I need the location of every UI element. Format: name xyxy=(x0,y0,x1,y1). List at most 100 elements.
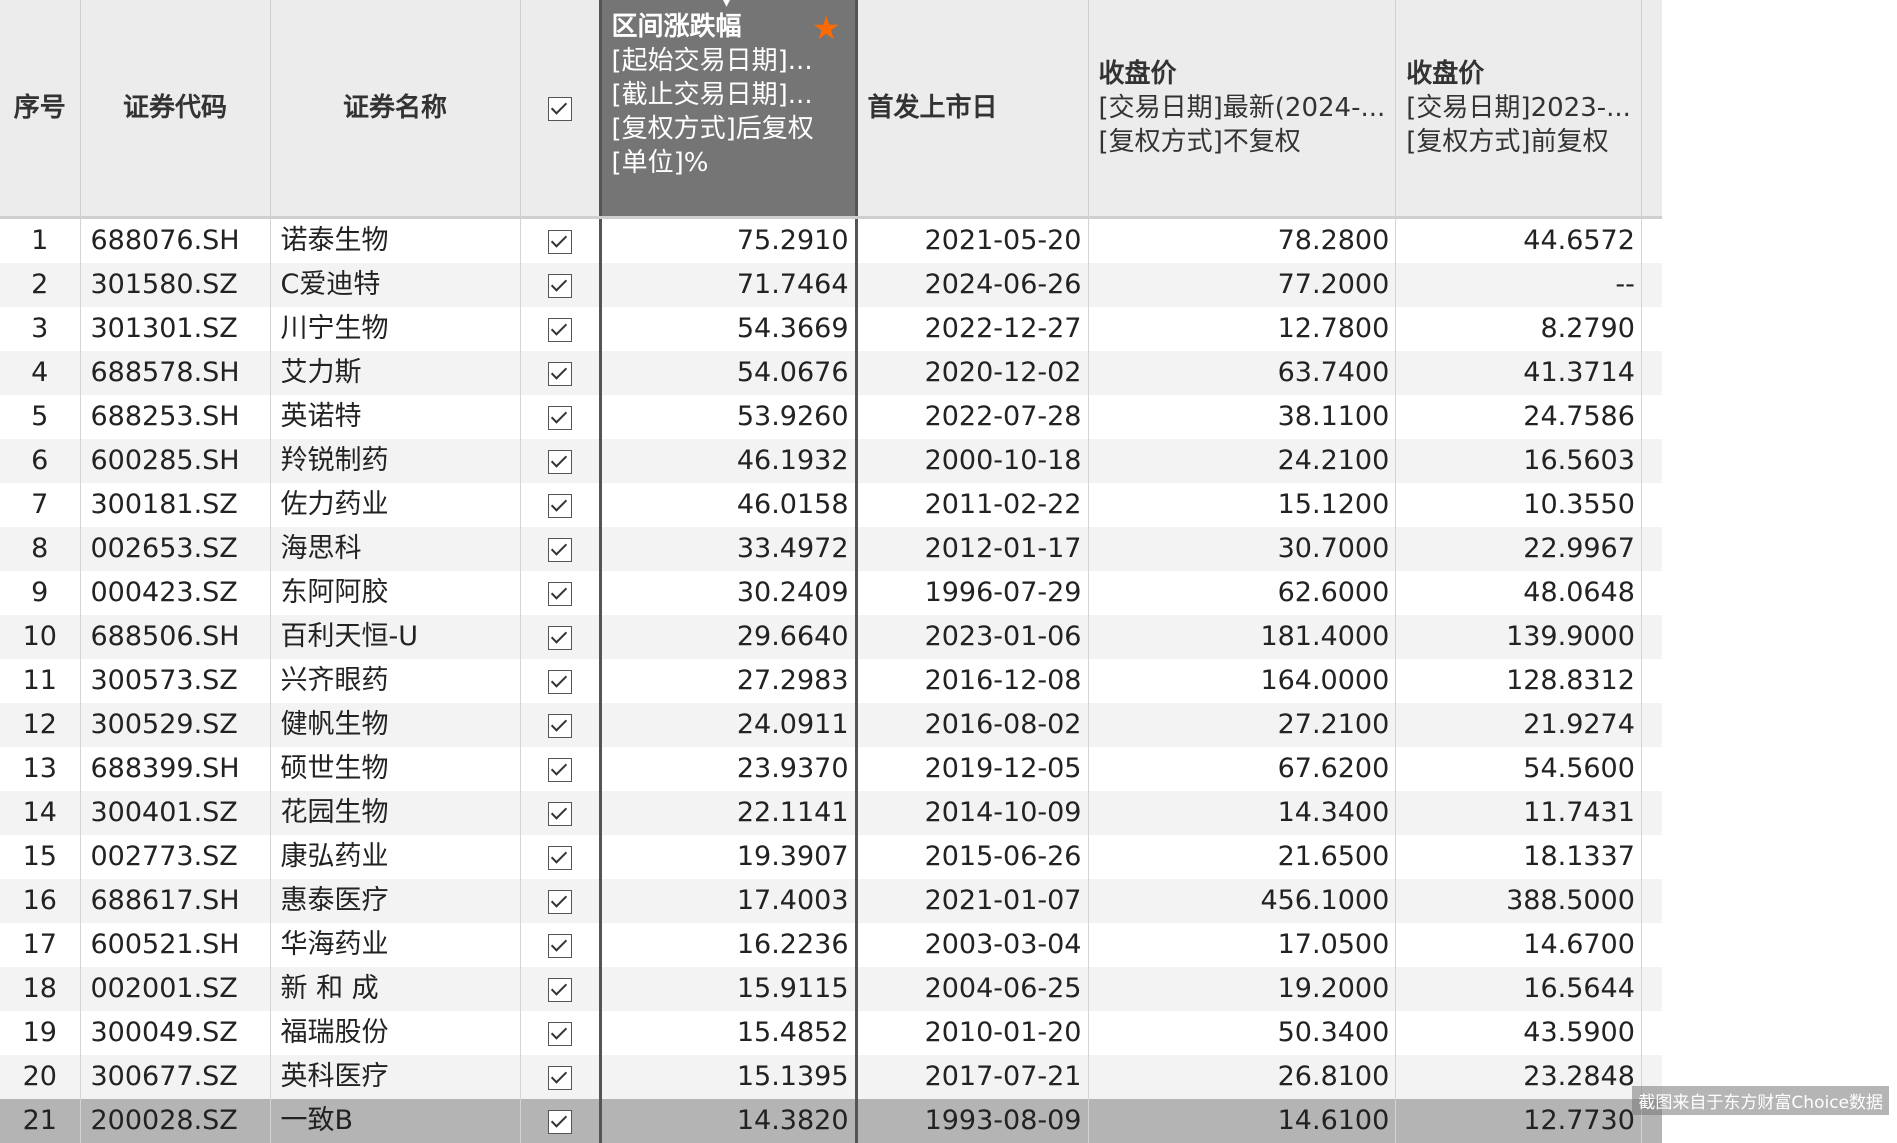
cell-change-pct[interactable]: 54.3669 xyxy=(600,307,856,351)
cell-seq[interactable]: 14 xyxy=(0,791,80,835)
cell-checkbox[interactable] xyxy=(520,527,600,571)
cell-close-prev[interactable]: 388.5000 xyxy=(1396,879,1642,923)
cell-change-pct[interactable]: 71.7464 xyxy=(600,263,856,307)
cell-checkbox[interactable] xyxy=(520,351,600,395)
cell-close-latest[interactable]: 164.0000 xyxy=(1088,659,1396,703)
cell-close-latest[interactable]: 78.2800 xyxy=(1088,218,1396,264)
row-checkbox-icon[interactable] xyxy=(548,274,572,298)
table-row[interactable]: 21200028.SZ一致B14.38201993-08-0914.610012… xyxy=(0,1099,1662,1143)
cell-security-code[interactable]: 688253.SH xyxy=(80,395,270,439)
cell-checkbox[interactable] xyxy=(520,571,600,615)
cell-seq[interactable]: 8 xyxy=(0,527,80,571)
column-header-close-latest[interactable]: 收盘价 [交易日期]最新(2024-... [复权方式]不复权 xyxy=(1088,0,1396,218)
table-row[interactable]: 15002773.SZ康弘药业19.39072015-06-2621.65001… xyxy=(0,835,1662,879)
table-row[interactable]: 3301301.SZ川宁生物54.36692022-12-2712.78008.… xyxy=(0,307,1662,351)
cell-close-latest[interactable]: 50.3400 xyxy=(1088,1011,1396,1055)
cell-security-code[interactable]: 688076.SH xyxy=(80,218,270,264)
cell-seq[interactable]: 1 xyxy=(0,218,80,264)
row-checkbox-icon[interactable] xyxy=(548,362,572,386)
table-row[interactable]: 18002001.SZ新 和 成15.91152004-06-2519.2000… xyxy=(0,967,1662,1011)
column-header-ipo-date[interactable]: 首发上市日 xyxy=(856,0,1088,218)
cell-seq[interactable]: 12 xyxy=(0,703,80,747)
table-row[interactable]: 8002653.SZ海思科33.49722012-01-1730.700022.… xyxy=(0,527,1662,571)
cell-security-code[interactable]: 301301.SZ xyxy=(80,307,270,351)
table-row[interactable]: 6600285.SH羚锐制药46.19322000-10-1824.210016… xyxy=(0,439,1662,483)
cell-checkbox[interactable] xyxy=(520,218,600,264)
cell-close-prev[interactable]: 12.7730 xyxy=(1396,1099,1642,1143)
cell-security-name[interactable]: 康弘药业 xyxy=(270,835,520,879)
cell-checkbox[interactable] xyxy=(520,1099,600,1143)
cell-seq[interactable]: 2 xyxy=(0,263,80,307)
cell-close-latest[interactable]: 456.1000 xyxy=(1088,879,1396,923)
cell-seq[interactable]: 7 xyxy=(0,483,80,527)
cell-ipo-date[interactable]: 2012-01-17 xyxy=(856,527,1088,571)
cell-ipo-date[interactable]: 2010-01-20 xyxy=(856,1011,1088,1055)
row-checkbox-icon[interactable] xyxy=(548,670,572,694)
cell-seq[interactable]: 18 xyxy=(0,967,80,1011)
cell-ipo-date[interactable]: 2017-07-21 xyxy=(856,1055,1088,1099)
select-all-checkbox-icon[interactable] xyxy=(548,97,572,121)
cell-ipo-date[interactable]: 2016-08-02 xyxy=(856,703,1088,747)
cell-seq[interactable]: 21 xyxy=(0,1099,80,1143)
cell-seq[interactable]: 4 xyxy=(0,351,80,395)
cell-seq[interactable]: 20 xyxy=(0,1055,80,1099)
cell-ipo-date[interactable]: 2024-06-26 xyxy=(856,263,1088,307)
cell-close-prev[interactable]: 24.7586 xyxy=(1396,395,1642,439)
cell-seq[interactable]: 5 xyxy=(0,395,80,439)
cell-close-latest[interactable]: 77.2000 xyxy=(1088,263,1396,307)
cell-change-pct[interactable]: 22.1141 xyxy=(600,791,856,835)
column-header-name[interactable]: 证券名称 xyxy=(270,0,520,218)
cell-ipo-date[interactable]: 1996-07-29 xyxy=(856,571,1088,615)
cell-close-prev[interactable]: 54.5600 xyxy=(1396,747,1642,791)
row-checkbox-icon[interactable] xyxy=(548,1110,572,1134)
star-icon[interactable]: ★ xyxy=(812,12,841,44)
row-checkbox-icon[interactable] xyxy=(548,538,572,562)
cell-security-code[interactable]: 300677.SZ xyxy=(80,1055,270,1099)
cell-close-latest[interactable]: 38.1100 xyxy=(1088,395,1396,439)
row-checkbox-icon[interactable] xyxy=(548,846,572,870)
cell-security-code[interactable]: 301580.SZ xyxy=(80,263,270,307)
cell-seq[interactable]: 10 xyxy=(0,615,80,659)
cell-change-pct[interactable]: 54.0676 xyxy=(600,351,856,395)
cell-security-name[interactable]: 兴齐眼药 xyxy=(270,659,520,703)
table-row[interactable]: 17600521.SH华海药业16.22362003-03-0417.05001… xyxy=(0,923,1662,967)
cell-security-name[interactable]: 川宁生物 xyxy=(270,307,520,351)
cell-security-code[interactable]: 600521.SH xyxy=(80,923,270,967)
cell-security-name[interactable]: 福瑞股份 xyxy=(270,1011,520,1055)
table-row[interactable]: 14300401.SZ花园生物22.11412014-10-0914.34001… xyxy=(0,791,1662,835)
cell-security-name[interactable]: 羚锐制药 xyxy=(270,439,520,483)
cell-change-pct[interactable]: 16.2236 xyxy=(600,923,856,967)
cell-checkbox[interactable] xyxy=(520,439,600,483)
cell-close-latest[interactable]: 24.2100 xyxy=(1088,439,1396,483)
row-checkbox-icon[interactable] xyxy=(548,714,572,738)
cell-seq[interactable]: 15 xyxy=(0,835,80,879)
cell-checkbox[interactable] xyxy=(520,879,600,923)
cell-checkbox[interactable] xyxy=(520,263,600,307)
cell-close-latest[interactable]: 15.1200 xyxy=(1088,483,1396,527)
cell-ipo-date[interactable]: 2022-12-27 xyxy=(856,307,1088,351)
cell-security-name[interactable]: 英诺特 xyxy=(270,395,520,439)
cell-security-code[interactable]: 688506.SH xyxy=(80,615,270,659)
column-header-seq[interactable]: 序号 xyxy=(0,0,80,218)
cell-ipo-date[interactable]: 2015-06-26 xyxy=(856,835,1088,879)
cell-change-pct[interactable]: 15.4852 xyxy=(600,1011,856,1055)
cell-change-pct[interactable]: 53.9260 xyxy=(600,395,856,439)
cell-close-prev[interactable]: 43.5900 xyxy=(1396,1011,1642,1055)
cell-security-name[interactable]: 东阿阿胶 xyxy=(270,571,520,615)
table-row[interactable]: 4688578.SH艾力斯54.06762020-12-0263.740041.… xyxy=(0,351,1662,395)
cell-security-code[interactable]: 688578.SH xyxy=(80,351,270,395)
row-checkbox-icon[interactable] xyxy=(548,978,572,1002)
cell-close-prev[interactable]: 18.1337 xyxy=(1396,835,1642,879)
cell-security-name[interactable]: 华海药业 xyxy=(270,923,520,967)
cell-close-prev[interactable]: -- xyxy=(1396,263,1642,307)
cell-checkbox[interactable] xyxy=(520,483,600,527)
cell-seq[interactable]: 17 xyxy=(0,923,80,967)
cell-close-prev[interactable]: 48.0648 xyxy=(1396,571,1642,615)
cell-close-prev[interactable]: 8.2790 xyxy=(1396,307,1642,351)
cell-security-code[interactable]: 000423.SZ xyxy=(80,571,270,615)
cell-close-prev[interactable]: 22.9967 xyxy=(1396,527,1642,571)
cell-security-code[interactable]: 002773.SZ xyxy=(80,835,270,879)
cell-checkbox[interactable] xyxy=(520,747,600,791)
cell-checkbox[interactable] xyxy=(520,395,600,439)
cell-close-prev[interactable]: 44.6572 xyxy=(1396,218,1642,264)
